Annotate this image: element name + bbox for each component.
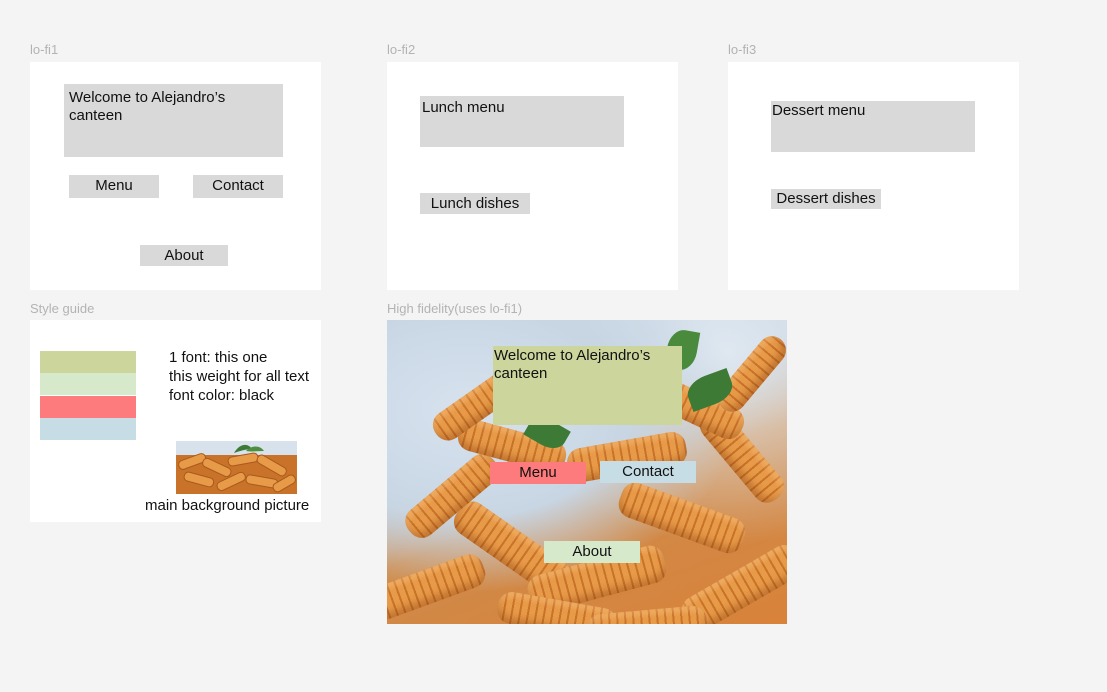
style-note-font: 1 font: this one	[169, 349, 268, 366]
lofi2-lunch-dishes[interactable]: Lunch dishes	[420, 193, 530, 214]
lofi3-frame: Dessert menu Dessert dishes	[728, 62, 1019, 290]
lofi1-welcome-title: Welcome to Alejandro’s canteen	[64, 84, 283, 157]
hifi-frame: Welcome to Alejandro’s canteen Menu Cont…	[387, 320, 787, 624]
swatch-light-green	[40, 373, 136, 395]
hifi-contact-button[interactable]: Contact	[600, 461, 696, 483]
frame-label-lofi3: lo-fi3	[728, 42, 757, 57]
hifi-menu-button[interactable]: Menu	[490, 462, 586, 484]
background-picture-thumbnail	[176, 441, 297, 494]
hifi-welcome-title: Welcome to Alejandro’s canteen	[493, 346, 682, 425]
lofi1-frame: Welcome to Alejandro’s canteen Menu Cont…	[30, 62, 321, 290]
frame-label-style-guide: Style guide	[30, 301, 95, 316]
lofi2-frame: Lunch menu Lunch dishes	[387, 62, 678, 290]
lofi1-contact-button[interactable]: Contact	[193, 175, 283, 198]
style-note-weight: this weight for all text	[169, 368, 310, 385]
frame-label-hifi: High fidelity(uses lo-fi1)	[387, 301, 523, 316]
style-note-picture-caption: main background picture	[145, 497, 310, 514]
lofi3-dessert-menu-title: Dessert menu	[771, 101, 975, 152]
style-note-color: font color: black	[169, 387, 275, 404]
frame-label-lofi1: lo-fi1	[30, 42, 59, 57]
lofi1-about-button[interactable]: About	[140, 245, 228, 266]
frame-label-lofi2: lo-fi2	[387, 42, 416, 57]
lofi2-lunch-menu-title: Lunch menu	[420, 96, 624, 147]
hifi-about-button[interactable]: About	[544, 541, 640, 563]
lofi1-menu-button[interactable]: Menu	[69, 175, 159, 198]
style-guide-frame: 1 font: this one this weight for all tex…	[30, 320, 321, 522]
swatch-sage-green	[40, 351, 136, 373]
swatch-light-blue	[40, 418, 136, 440]
swatch-coral-red	[40, 396, 136, 418]
pasta-thumbnail-image	[176, 441, 297, 494]
lofi3-dessert-dishes[interactable]: Dessert dishes	[771, 189, 881, 209]
